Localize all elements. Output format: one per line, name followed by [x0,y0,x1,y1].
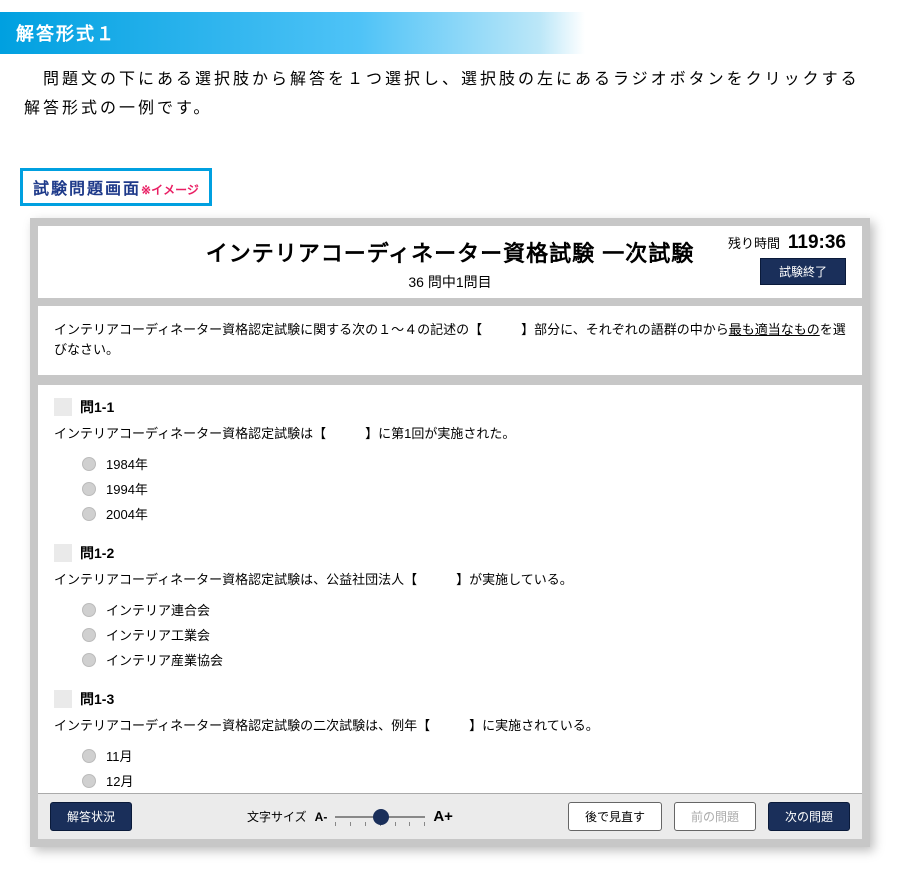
sub-question: 問1-3 インテリアコーディネーター資格認定試験の二次試験は、例年【 】に実施さ… [54,689,846,790]
option-row[interactable]: インテリア産業協会 [82,650,846,669]
radio-icon[interactable] [82,628,96,642]
fontsize-slider[interactable] [335,808,425,826]
sub-question-text: インテリアコーディネーター資格認定試験は、公益社団法人【 】が実施している。 [54,569,846,588]
sub-question-header: 問1-3 [54,689,846,709]
timer-block: 残り時間 119:36 試験終了 [728,232,846,285]
radio-icon[interactable] [82,774,96,788]
radio-icon[interactable] [82,603,96,617]
option-label: 1994年 [106,479,148,498]
instruction-prefix: インテリアコーディネーター資格認定試験に関する次の１～４の記述の【 】部分に、そ… [54,322,729,337]
option-row[interactable]: 2004年 [82,504,846,523]
description-text: 問題文の下にある選択肢から解答を１つ選択し、選択肢の左にあるラジオボタンをクリッ… [0,66,900,124]
sub-question: 問1-2 インテリアコーディネーター資格認定試験は、公益社団法人【 】が実施して… [54,543,846,669]
scroll-area[interactable]: 問1-1 インテリアコーディネーター資格認定試験は【 】に第1回が実施された。 … [38,385,862,793]
option-row[interactable]: インテリア連合会 [82,600,846,619]
footer-bar: 解答状況 文字サイズ A- A+ 後で見直す 前の問題 次の問題 [38,793,862,839]
option-label: インテリア連合会 [106,600,210,619]
instruction-underlined: 最も適当なもの [729,322,820,337]
timer-label: 残り時間 [728,236,780,251]
sub-question-header: 問1-2 [54,543,846,563]
sub-question-text: インテリアコーディネーター資格認定試験の二次試験は、例年【 】に実施されている。 [54,715,846,734]
sub-question-label: 問1-2 [80,543,114,563]
answer-status-button[interactable]: 解答状況 [50,802,132,831]
options-group: インテリア連合会 インテリア工業会 インテリア産業協会 [82,600,846,669]
prev-question-button[interactable]: 前の問題 [674,802,756,831]
image-label-sub: ※イメージ [141,183,199,197]
radio-icon[interactable] [82,482,96,496]
next-question-button[interactable]: 次の問題 [768,802,850,831]
radio-icon[interactable] [82,749,96,763]
sub-question-text: インテリアコーディネーター資格認定試験は【 】に第1回が実施された。 [54,423,846,442]
option-label: 11月 [106,746,133,765]
slider-thumb[interactable] [373,809,389,825]
end-exam-button[interactable]: 試験終了 [760,258,846,285]
flag-checkbox[interactable] [54,398,72,416]
option-label: 12月 [106,771,133,790]
option-row[interactable]: 12月 [82,771,846,790]
radio-icon[interactable] [82,507,96,521]
instruction-box: インテリアコーディネーター資格認定試験に関する次の１～４の記述の【 】部分に、そ… [38,306,862,376]
fontsize-label: 文字サイズ [247,808,307,825]
options-group: 1984年 1994年 2004年 [82,454,846,523]
exam-window: インテリアコーディネーター資格試験 一次試験 36 問中1問目 残り時間 119… [30,218,870,848]
timer-value: 119:36 [788,232,846,253]
option-row[interactable]: 11月 [82,746,846,765]
review-later-button[interactable]: 後で見直す [568,802,662,831]
section-header: 解答形式１ [0,12,900,54]
option-label: インテリア産業協会 [106,650,223,669]
flag-checkbox[interactable] [54,544,72,562]
fontsize-plus[interactable]: A+ [433,808,453,825]
option-row[interactable]: 1994年 [82,479,846,498]
question-area: インテリアコーディネーター資格認定試験に関する次の１～４の記述の【 】部分に、そ… [38,306,862,840]
option-row[interactable]: インテリア工業会 [82,625,846,644]
option-row[interactable]: 1984年 [82,454,846,473]
flag-checkbox[interactable] [54,690,72,708]
radio-icon[interactable] [82,457,96,471]
fontsize-minus[interactable]: A- [315,810,328,824]
option-label: 1984年 [106,454,148,473]
option-label: 2004年 [106,504,148,523]
sub-question-label: 問1-3 [80,689,114,709]
options-group: 11月 12月 [82,746,846,790]
sub-question-label: 問1-1 [80,397,114,417]
exam-header: インテリアコーディネーター資格試験 一次試験 36 問中1問目 残り時間 119… [38,226,862,298]
option-label: インテリア工業会 [106,625,210,644]
radio-icon[interactable] [82,653,96,667]
sub-question-header: 問1-1 [54,397,846,417]
sub-question: 問1-1 インテリアコーディネーター資格認定試験は【 】に第1回が実施された。 … [54,397,846,523]
image-label-box: 試験問題画面※イメージ [20,168,212,206]
image-label-main: 試験問題画面 [33,181,141,198]
fontsize-control: 文字サイズ A- A+ [247,808,453,826]
